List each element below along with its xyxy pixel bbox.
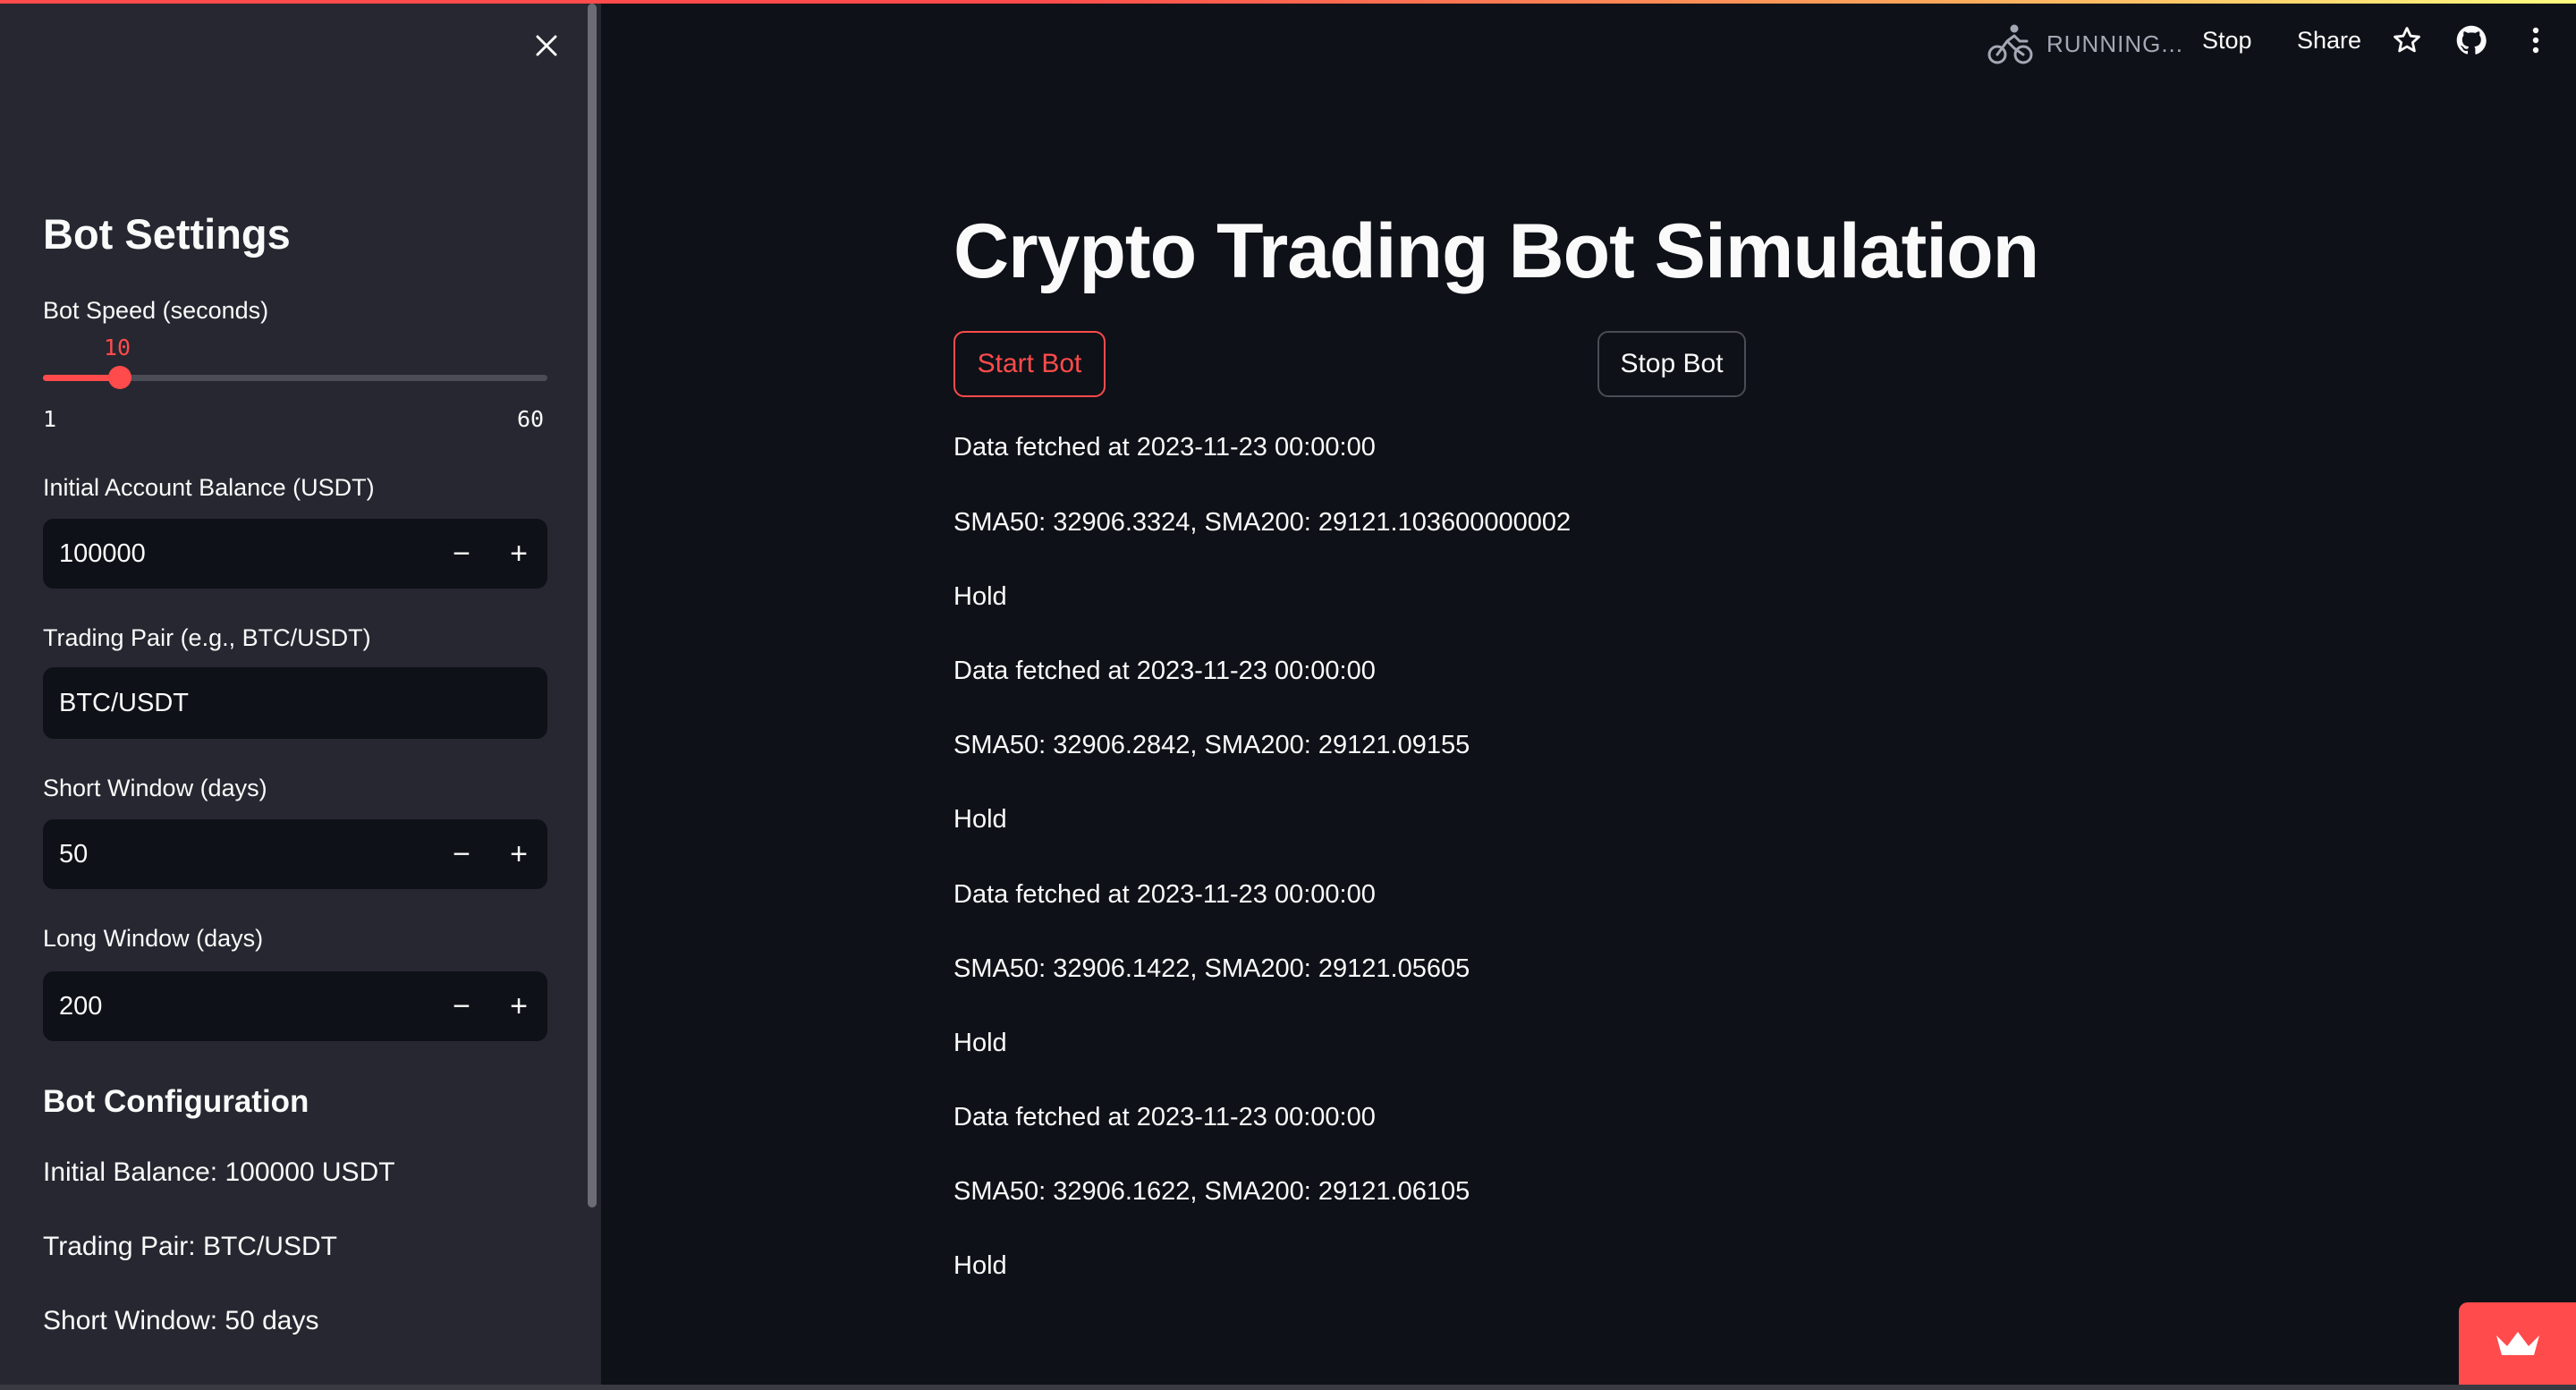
slider-thumb[interactable] — [108, 366, 131, 389]
config-trading-pair: Trading Pair: BTC/USDT — [43, 1232, 337, 1261]
star-icon — [2394, 27, 2420, 53]
favorite-button[interactable] — [2392, 25, 2422, 62]
close-sidebar-button[interactable] — [528, 27, 565, 64]
log-line: SMA50: 32906.1422, SMA200: 29121.05605 — [953, 954, 1470, 983]
log-line: SMA50: 32906.2842, SMA200: 29121.09155 — [953, 731, 1470, 759]
long-window-increment-button[interactable]: + — [490, 971, 547, 1041]
short-window-number-input[interactable]: 50 − + — [43, 819, 547, 889]
long-window-decrement-button[interactable]: − — [433, 971, 490, 1041]
sidebar: Bot Settings Bot Speed (seconds) 10 1 60… — [0, 0, 601, 1385]
short-window-input-value[interactable]: 50 — [43, 840, 433, 869]
balance-increment-button[interactable]: + — [490, 519, 547, 589]
main-menu-button[interactable] — [2522, 25, 2549, 62]
balance-decrement-button[interactable]: − — [433, 519, 490, 589]
share-button[interactable]: Share — [2297, 27, 2361, 55]
log-line: Hold — [953, 1251, 1007, 1280]
page-title: Crypto Trading Bot Simulation — [953, 208, 2039, 294]
log-line: Hold — [953, 805, 1007, 834]
crown-icon — [2496, 1332, 2539, 1355]
log-line: Data fetched at 2023-11-23 00:00:00 — [953, 657, 1376, 685]
close-icon — [536, 35, 557, 56]
bot-configuration-heading: Bot Configuration — [43, 1084, 309, 1119]
pair-label: Trading Pair (e.g., BTC/USDT) — [43, 624, 371, 651]
sidebar-heading: Bot Settings — [43, 210, 291, 258]
stop-run-button[interactable]: Stop — [2202, 27, 2252, 55]
pair-text-input[interactable]: BTC/USDT — [43, 667, 547, 739]
running-status: RUNNING... — [1987, 23, 2183, 64]
top-decoration-bar — [0, 0, 2576, 4]
more-vert-icon — [2532, 27, 2539, 54]
slider-min-label: 1 — [43, 406, 57, 432]
sidebar-scrollbar[interactable] — [588, 4, 597, 1208]
short-window-increment-button[interactable]: + — [490, 819, 547, 889]
short-window-decrement-button[interactable]: − — [433, 819, 490, 889]
log-line: Data fetched at 2023-11-23 00:00:00 — [953, 433, 1376, 462]
log-line: SMA50: 32906.3324, SMA200: 29121.1036000… — [953, 508, 1572, 537]
slider-max-label: 60 — [517, 406, 545, 432]
github-button[interactable] — [2456, 25, 2487, 62]
balance-label: Initial Account Balance (USDT) — [43, 474, 375, 501]
config-short-window: Short Window: 50 days — [43, 1306, 319, 1335]
short-window-label: Short Window (days) — [43, 775, 267, 801]
pair-input-value[interactable]: BTC/USDT — [43, 689, 189, 718]
start-bot-button[interactable]: Start Bot — [953, 331, 1106, 397]
config-initial-balance: Initial Balance: 100000 USDT — [43, 1157, 395, 1187]
long-window-number-input[interactable]: 200 − + — [43, 971, 547, 1041]
log-line: Hold — [953, 582, 1007, 611]
github-icon — [2456, 25, 2487, 55]
bot-speed-value: 10 — [104, 335, 131, 360]
long-window-input-value[interactable]: 200 — [43, 992, 433, 1021]
bot-speed-label: Bot Speed (seconds) — [43, 297, 269, 324]
log-line: SMA50: 32906.1622, SMA200: 29121.06105 — [953, 1177, 1470, 1206]
long-window-label: Long Window (days) — [43, 925, 264, 952]
streamlit-badge-button[interactable] — [2459, 1302, 2576, 1385]
running-man-icon — [1987, 24, 2033, 64]
log-line: Hold — [953, 1029, 1007, 1057]
balance-input-value[interactable]: 100000 — [43, 539, 433, 569]
bottom-edge — [0, 1385, 2576, 1390]
running-status-text: RUNNING... — [2046, 30, 2183, 57]
stop-bot-button[interactable]: Stop Bot — [1597, 331, 1746, 397]
log-line: Data fetched at 2023-11-23 00:00:00 — [953, 880, 1376, 909]
log-line: Data fetched at 2023-11-23 00:00:00 — [953, 1103, 1376, 1131]
balance-number-input[interactable]: 100000 − + — [43, 519, 547, 589]
